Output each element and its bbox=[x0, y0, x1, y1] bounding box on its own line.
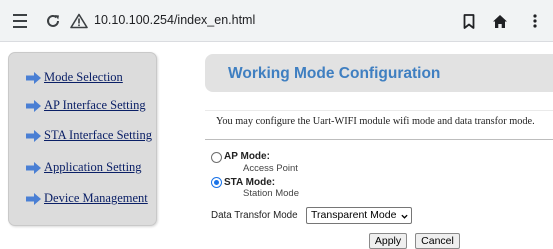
arrow-right-icon bbox=[26, 71, 41, 84]
sidebar-item-sta-interface[interactable]: STA Interface Setting bbox=[26, 128, 152, 143]
data-transfer-mode-label: Data Transfor Mode bbox=[211, 210, 298, 221]
sidebar-item-device-management[interactable]: Device Management bbox=[26, 191, 148, 206]
sta-mode-radio[interactable] bbox=[211, 177, 222, 188]
home-icon[interactable] bbox=[488, 9, 512, 33]
ap-mode-label[interactable]: AP Mode: bbox=[224, 151, 270, 162]
divider bbox=[205, 110, 553, 111]
chevron-down-icon bbox=[401, 214, 408, 219]
menu-icon[interactable] bbox=[8, 9, 32, 33]
sidebar-item-application-setting[interactable]: Application Setting bbox=[26, 160, 142, 175]
browser-toolbar: 10.10.100.254/index_en.html bbox=[0, 0, 553, 42]
sidebar-nav: Mode Selection AP Interface Setting STA … bbox=[8, 52, 157, 226]
sta-mode-description: Station Mode bbox=[243, 188, 299, 199]
page-title: Working Mode Configuration bbox=[228, 65, 441, 82]
sidebar-item-label[interactable]: STA Interface Setting bbox=[44, 128, 152, 143]
page-header: Working Mode Configuration bbox=[205, 54, 553, 92]
arrow-right-icon bbox=[26, 99, 41, 112]
sta-mode-label[interactable]: STA Mode: bbox=[224, 177, 275, 188]
sidebar-item-label[interactable]: AP Interface Setting bbox=[44, 98, 146, 113]
ap-mode-description: Access Point bbox=[243, 163, 298, 174]
sidebar-item-mode-selection[interactable]: Mode Selection bbox=[26, 70, 123, 85]
more-icon[interactable] bbox=[523, 9, 547, 33]
data-transfer-mode-value: Transparent Mode bbox=[311, 209, 397, 221]
divider bbox=[205, 139, 553, 140]
reload-icon[interactable] bbox=[41, 9, 65, 33]
data-transfer-mode-select[interactable]: Transparent Mode bbox=[306, 207, 412, 224]
apply-button[interactable]: Apply bbox=[369, 233, 407, 249]
arrow-right-icon bbox=[26, 129, 41, 142]
sidebar-item-ap-interface[interactable]: AP Interface Setting bbox=[26, 98, 146, 113]
sidebar-item-label[interactable]: Device Management bbox=[44, 191, 148, 206]
address-bar-url[interactable]: 10.10.100.254/index_en.html bbox=[94, 13, 255, 27]
ap-mode-radio[interactable] bbox=[211, 152, 222, 163]
sidebar-item-label[interactable]: Mode Selection bbox=[44, 70, 123, 85]
sidebar-item-label[interactable]: Application Setting bbox=[44, 160, 142, 175]
arrow-right-icon bbox=[26, 161, 41, 174]
cancel-button[interactable]: Cancel bbox=[415, 233, 460, 249]
arrow-right-icon bbox=[26, 192, 41, 205]
bookmark-icon[interactable] bbox=[457, 9, 481, 33]
page-description: You may configure the Uart-WIFI module w… bbox=[216, 116, 535, 127]
warning-icon[interactable] bbox=[67, 9, 91, 33]
